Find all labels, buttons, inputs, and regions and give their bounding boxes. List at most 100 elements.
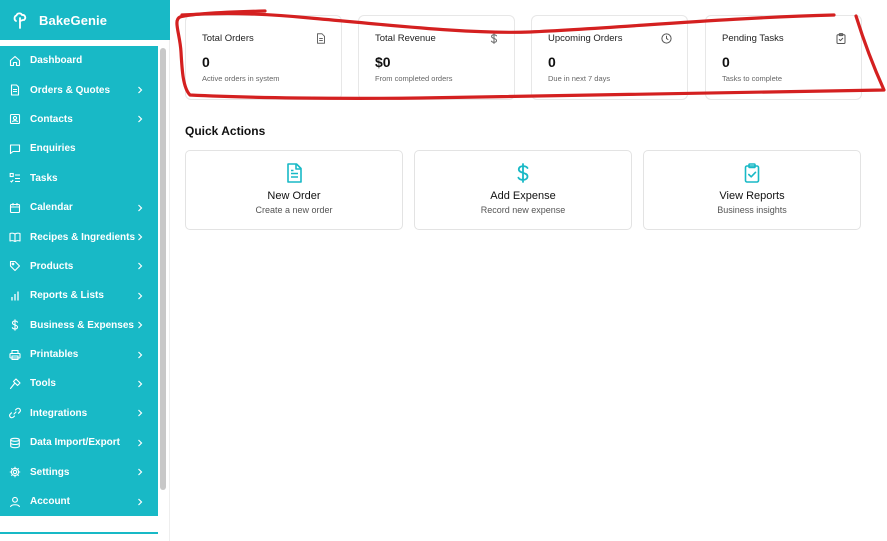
sidebar-scrollbar[interactable] (160, 48, 166, 490)
action-subtitle: Record new expense (480, 205, 566, 215)
document-icon (315, 33, 326, 44)
sidebar-item-data-import-export[interactable]: Data Import/Export (0, 428, 158, 457)
add-expense-button[interactable]: Add Expense Record new expense (414, 150, 632, 230)
home-icon (9, 55, 21, 67)
stat-value: 0 (202, 54, 210, 70)
stat-card-pending-tasks: Pending Tasks 0 Tasks to complete (705, 15, 862, 100)
sidebar-item-printables[interactable]: Printables (0, 340, 158, 369)
chevron-right-icon (136, 233, 144, 241)
sidebar-item-tools[interactable]: Tools (0, 369, 158, 398)
sidebar-item-label: Products (30, 260, 74, 272)
sidebar-item-tasks[interactable]: Tasks (0, 164, 158, 193)
chevron-right-icon (136, 439, 144, 447)
quick-actions-heading: Quick Actions (185, 124, 266, 138)
sidebar-border (169, 40, 170, 541)
chevron-right-icon (136, 468, 144, 476)
gear-icon (9, 466, 21, 478)
sidebar-item-products[interactable]: Products (0, 252, 158, 281)
calendar-icon (9, 202, 21, 214)
sidebar-item-label: Contacts (30, 113, 73, 125)
document-icon (9, 84, 21, 96)
book-icon (9, 231, 21, 243)
sidebar-item-label: Printables (30, 349, 79, 361)
sidebar-item-business-expenses[interactable]: Business & Expenses (0, 311, 158, 340)
stat-subtitle: Active orders in system (202, 74, 280, 83)
contact-card-icon (9, 113, 21, 125)
sidebar-item-label: Calendar (30, 202, 73, 214)
dollar-icon (513, 163, 533, 183)
chevron-right-icon (136, 86, 144, 94)
sidebar-item-reports-lists[interactable]: Reports & Lists (0, 281, 158, 310)
chef-hat-logo-icon (12, 11, 28, 29)
action-title: New Order (267, 190, 321, 202)
chat-bubble-icon (9, 143, 21, 155)
sidebar-bottom-divider (0, 532, 158, 534)
action-subtitle: Business insights (717, 205, 787, 215)
printer-icon (9, 349, 21, 361)
tag-icon (9, 260, 21, 272)
chevron-right-icon (136, 262, 144, 270)
stat-title: Total Revenue (375, 33, 436, 44)
stat-title: Upcoming Orders (548, 33, 623, 44)
action-subtitle: Create a new order (255, 205, 333, 215)
view-reports-button[interactable]: View Reports Business insights (643, 150, 861, 230)
stat-card-upcoming-orders: Upcoming Orders 0 Due in next 7 days (531, 15, 688, 100)
chevron-right-icon (136, 409, 144, 417)
user-icon (9, 496, 21, 508)
sidebar-item-settings[interactable]: Settings (0, 457, 158, 486)
sidebar-item-calendar[interactable]: Calendar (0, 193, 158, 222)
checklist-icon (9, 172, 21, 184)
stat-title: Pending Tasks (722, 33, 784, 44)
sidebar-item-label: Tasks (30, 172, 58, 184)
sidebar-item-contacts[interactable]: Contacts (0, 105, 158, 134)
sidebar: BakeGenie Dashboard Orders & Quotes Cont… (0, 0, 170, 541)
clipboard-check-icon (835, 33, 846, 44)
sidebar-item-account[interactable]: Account (0, 487, 158, 516)
sidebar-item-label: Dashboard (30, 55, 83, 67)
stat-value: 0 (722, 54, 730, 70)
sidebar-item-label: Orders & Quotes (30, 84, 111, 96)
stat-card-total-orders: Total Orders 0 Active orders in system (185, 15, 342, 100)
hammer-icon (9, 378, 21, 390)
sidebar-item-orders-quotes[interactable]: Orders & Quotes (0, 75, 158, 104)
brand-header[interactable]: BakeGenie (0, 0, 170, 40)
chevron-right-icon (136, 292, 144, 300)
chevron-right-icon (136, 380, 144, 388)
document-icon (284, 163, 304, 183)
sidebar-item-enquiries[interactable]: Enquiries (0, 134, 158, 163)
sidebar-item-label: Account (30, 496, 70, 508)
sidebar-item-label: Tools (30, 378, 56, 390)
stat-title: Total Orders (202, 33, 254, 44)
action-title: View Reports (719, 190, 785, 202)
chevron-right-icon (136, 321, 144, 329)
sidebar-item-recipes-ingredients[interactable]: Recipes & Ingredients (0, 222, 158, 251)
clock-icon (661, 33, 672, 44)
database-icon (9, 437, 21, 449)
sidebar-nav: Dashboard Orders & Quotes Contacts Enqui… (0, 46, 158, 516)
bar-chart-icon (9, 290, 21, 302)
dollar-icon (9, 319, 21, 331)
sidebar-item-label: Recipes & Ingredients (30, 231, 136, 243)
sidebar-item-integrations[interactable]: Integrations (0, 399, 158, 428)
stat-value: 0 (548, 54, 556, 70)
chevron-right-icon (136, 204, 144, 212)
link-icon (9, 407, 21, 419)
sidebar-item-dashboard[interactable]: Dashboard (0, 46, 158, 75)
dollar-icon (488, 33, 499, 44)
stat-subtitle: Tasks to complete (722, 74, 783, 83)
stat-value: $0 (375, 54, 391, 70)
stat-card-total-revenue: Total Revenue $0 From completed orders (358, 15, 515, 100)
chevron-right-icon (136, 498, 144, 506)
stat-subtitle: Due in next 7 days (548, 74, 611, 83)
sidebar-item-label: Reports & Lists (30, 290, 104, 302)
brand-name: BakeGenie (39, 12, 108, 28)
chevron-right-icon (136, 115, 144, 123)
action-title: Add Expense (490, 190, 556, 202)
clipboard-check-icon (742, 163, 762, 183)
sidebar-item-label: Enquiries (30, 143, 76, 155)
new-order-button[interactable]: New Order Create a new order (185, 150, 403, 230)
sidebar-item-label: Data Import/Export (30, 437, 121, 449)
stat-subtitle: From completed orders (375, 74, 453, 83)
sidebar-item-label: Settings (30, 466, 70, 478)
sidebar-item-label: Integrations (30, 407, 88, 419)
